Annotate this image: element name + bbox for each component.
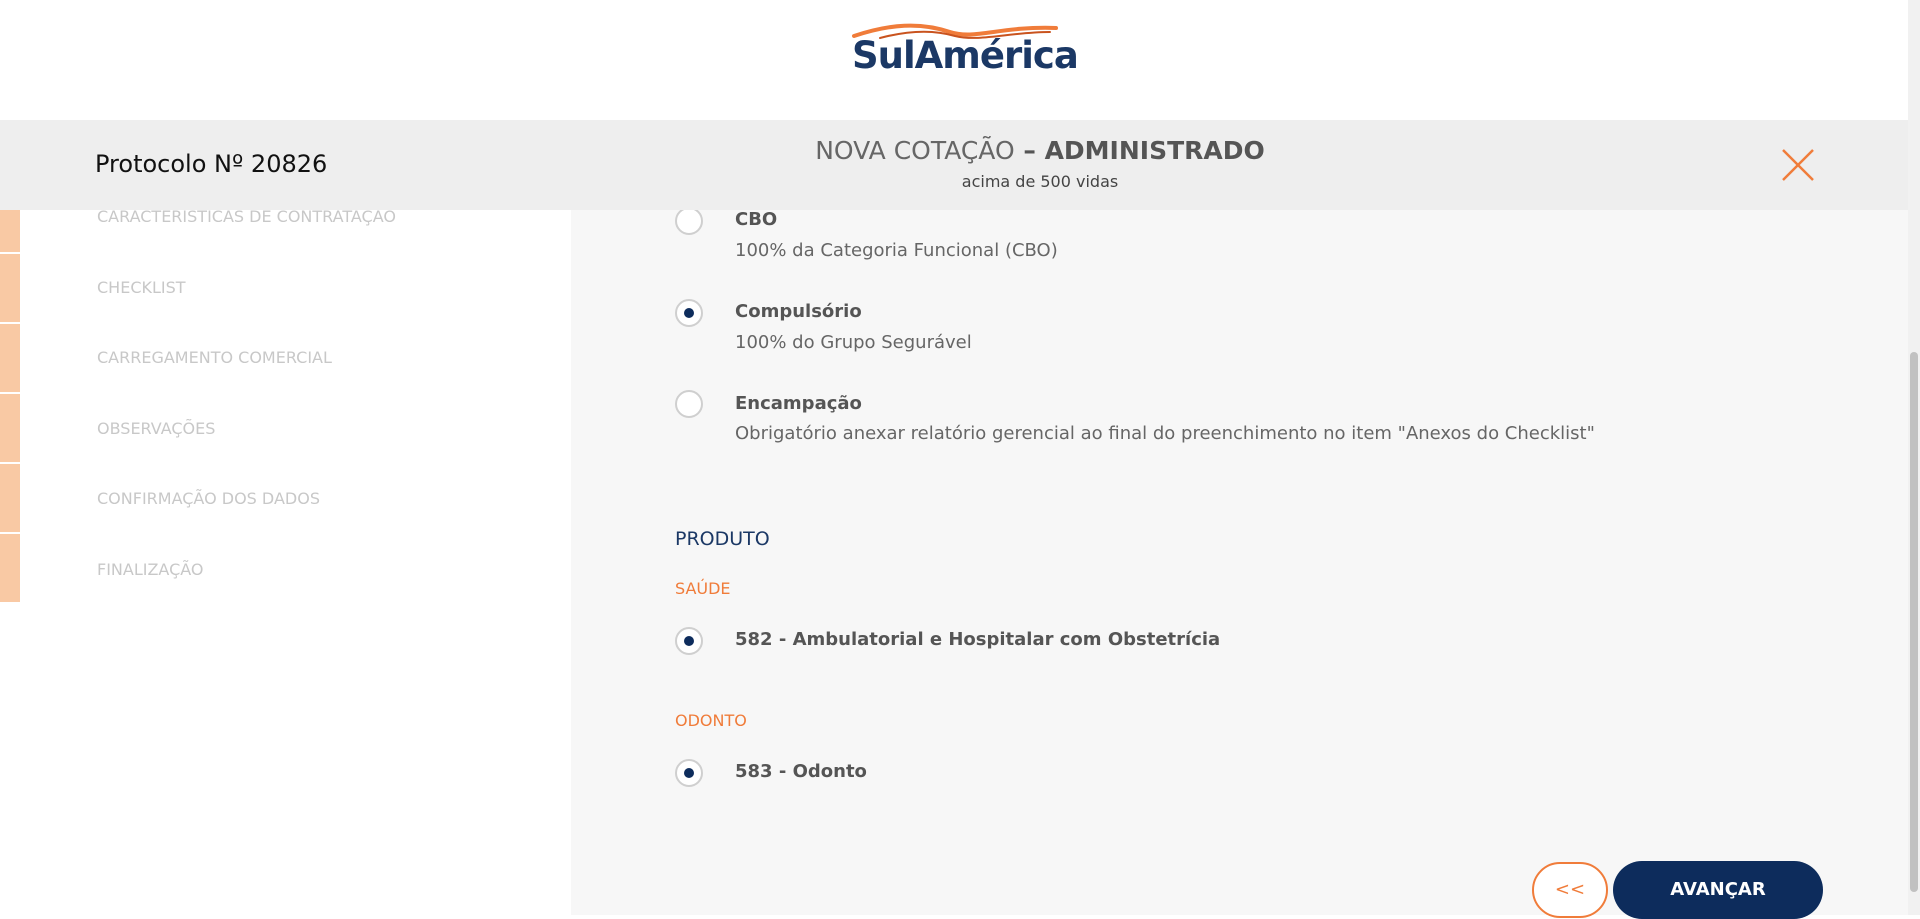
protocol-number: Protocolo Nº 20826 — [95, 150, 328, 178]
sidebar-marker — [0, 324, 20, 392]
title-dash: – — [1014, 136, 1045, 165]
product-option-saude: 582 - Ambulatorial e Hospitalar com Obst… — [735, 629, 1221, 650]
logo-text: SulAmérica — [852, 34, 1079, 77]
sidebar-item-label: CONFIRMAÇÃO DOS DADOS — [97, 489, 320, 508]
radio-cbo[interactable] — [675, 207, 703, 235]
option-desc-cbo: 100% da Categoria Funcional (CBO) — [735, 240, 1058, 261]
sidebar-item-label: CHECKLIST — [97, 278, 186, 297]
title-light: NOVA COTAÇÃO — [815, 136, 1015, 165]
close-button[interactable] — [1780, 147, 1816, 183]
radio-compulsorio[interactable] — [675, 299, 703, 327]
option-title-cbo: CBO — [735, 209, 778, 230]
radio-odonto-583[interactable] — [675, 759, 703, 787]
sidebar-item-finalizacao[interactable]: FINALIZAÇÃO — [0, 534, 571, 604]
product-option-odonto: 583 - Odonto — [735, 761, 867, 782]
close-icon — [1782, 149, 1814, 181]
option-desc-compulsorio: 100% do Grupo Segurável — [735, 332, 972, 353]
sidebar: CARACTERÍSTICAS DE CONTRATAÇÃO CHECKLIST… — [0, 207, 571, 915]
section-title-produto: PRODUTO — [675, 528, 770, 550]
subsection-saude: SAÚDE — [675, 579, 731, 598]
sidebar-item-confirmacao[interactable]: CONFIRMAÇÃO DOS DADOS — [0, 464, 571, 534]
sidebar-marker — [0, 534, 20, 602]
top-bar: SulAmérica — [0, 0, 1908, 120]
page-subtitle: acima de 500 vidas — [961, 172, 1119, 191]
option-desc-encampacao: Obrigatório anexar relatório gerencial a… — [735, 423, 1595, 444]
sidebar-marker — [0, 254, 20, 322]
sidebar-item-observacoes[interactable]: OBSERVAÇÕES — [0, 394, 571, 464]
scrollbar[interactable] — [1908, 0, 1920, 915]
sidebar-marker — [0, 210, 20, 252]
option-title-encampacao: Encampação — [735, 393, 862, 414]
sidebar-marker — [0, 464, 20, 532]
sulamerica-logo: SulAmérica — [850, 20, 1079, 80]
sidebar-item-checklist[interactable]: CHECKLIST — [0, 254, 571, 324]
sidebar-marker — [0, 394, 20, 462]
sidebar-item-label: FINALIZAÇÃO — [97, 560, 204, 579]
sidebar-item-label: OBSERVAÇÕES — [97, 419, 216, 438]
sidebar-item-carregamento[interactable]: CARREGAMENTO COMERCIAL — [0, 324, 571, 394]
back-button[interactable]: << — [1532, 862, 1608, 918]
radio-saude-582[interactable] — [675, 627, 703, 655]
option-title-compulsorio: Compulsório — [735, 301, 862, 322]
scrollbar-thumb[interactable] — [1910, 352, 1918, 892]
title-strong: ADMINISTRADO — [1044, 136, 1265, 165]
radio-encampacao[interactable] — [675, 390, 703, 418]
sidebar-item-label: CARREGAMENTO COMERCIAL — [97, 348, 332, 367]
subsection-odonto: ODONTO — [675, 711, 747, 730]
page-title: NOVA COTAÇÃO – ADMINISTRADO — [600, 136, 1480, 165]
next-button[interactable]: AVANÇAR — [1613, 861, 1823, 919]
